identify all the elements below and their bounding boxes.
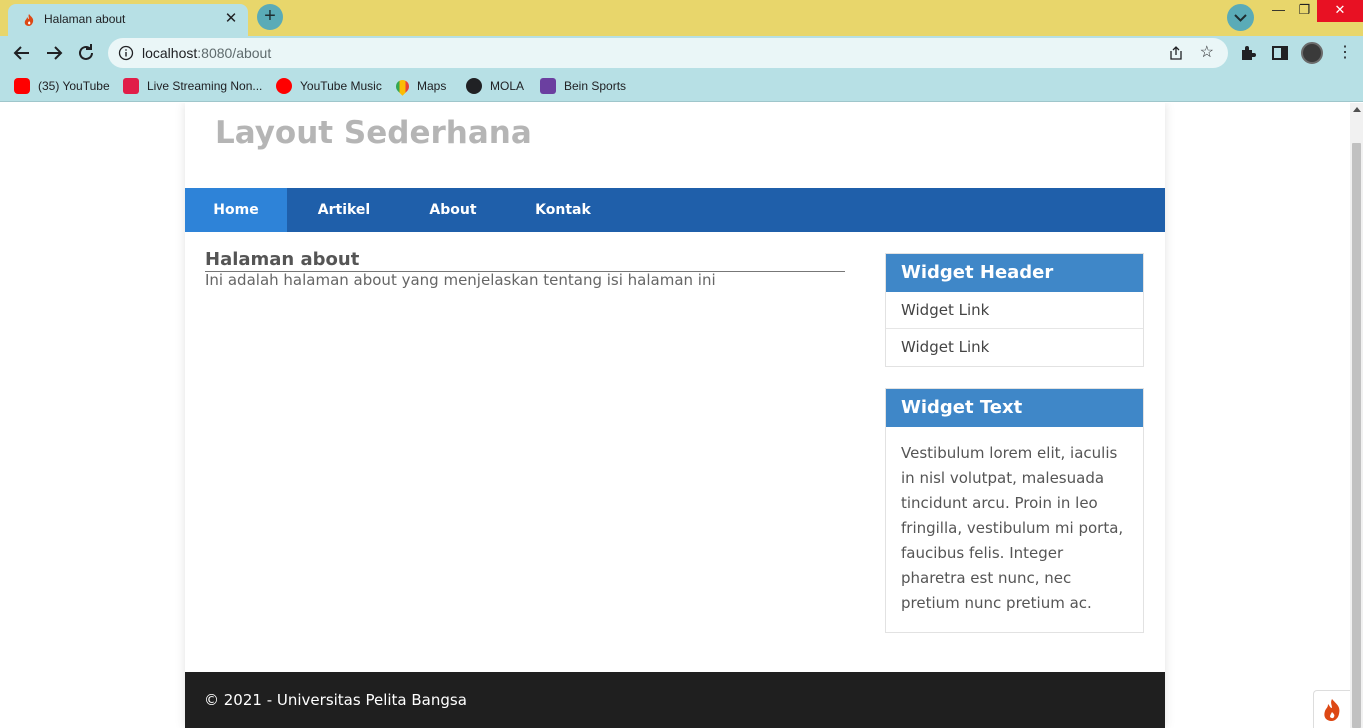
tab-close-icon[interactable]: ✕ bbox=[222, 10, 240, 28]
bookmark-label: YouTube Music bbox=[300, 79, 382, 93]
bookmark-label: Live Streaming Non... bbox=[147, 79, 263, 93]
scrollbar-thumb[interactable] bbox=[1352, 143, 1361, 728]
youtube-music-icon bbox=[276, 78, 292, 94]
bookmark-label: Maps bbox=[417, 79, 447, 93]
bookmark-label: (35) YouTube bbox=[38, 79, 110, 93]
tab-title: Halaman about bbox=[44, 12, 126, 26]
nav-artikel[interactable]: Artikel bbox=[287, 188, 401, 232]
vidio-icon bbox=[123, 78, 139, 94]
widget-text: Widget Text Vestibulum lorem elit, iacul… bbox=[885, 388, 1144, 633]
page-container: Layout Sederhana Home Artikel About Kont… bbox=[185, 103, 1165, 728]
main-nav: Home Artikel About Kontak bbox=[185, 188, 1165, 232]
side-panel-icon[interactable] bbox=[1270, 43, 1290, 63]
codeigniter-flame-icon bbox=[24, 14, 34, 26]
page-scrollbar[interactable] bbox=[1350, 103, 1363, 728]
forward-arrow-icon[interactable] bbox=[42, 41, 66, 65]
new-tab-button[interactable]: + bbox=[257, 4, 283, 30]
url-text[interactable]: localhost:8080/about bbox=[142, 45, 271, 61]
profile-avatar[interactable] bbox=[1301, 42, 1323, 64]
address-bar[interactable]: localhost:8080/about ☆ bbox=[108, 38, 1228, 68]
content-title: Halaman about bbox=[205, 249, 845, 272]
browser-toolbar: localhost:8080/about ☆ ⋮ bbox=[0, 36, 1363, 70]
info-icon[interactable] bbox=[118, 45, 134, 61]
bookmark-label: MOLA bbox=[490, 79, 525, 93]
browser-titlebar: Halaman about ✕ + — ❐ ✕ bbox=[0, 0, 1363, 36]
bookmarks-bar: (35) YouTube Live Streaming Non... YouTu… bbox=[0, 70, 1363, 102]
extensions-puzzle-icon[interactable] bbox=[1238, 43, 1258, 63]
widget-link[interactable]: Widget Link bbox=[886, 329, 1143, 366]
widget-text-body: Vestibulum lorem elit, iaculis in nisl v… bbox=[901, 444, 1124, 612]
widget-text-header: Widget Text bbox=[886, 389, 1143, 427]
back-arrow-icon[interactable] bbox=[10, 41, 34, 65]
codeigniter-flame-icon bbox=[1324, 699, 1340, 721]
widget-link[interactable]: Widget Link bbox=[886, 292, 1143, 329]
nav-kontak[interactable]: Kontak bbox=[505, 188, 621, 232]
url-host: localhost bbox=[142, 45, 198, 61]
bookmark-vidio[interactable]: Live Streaming Non... bbox=[123, 76, 262, 96]
tab-search-button[interactable] bbox=[1227, 4, 1254, 31]
bookmark-youtube[interactable]: (35) YouTube bbox=[14, 76, 110, 96]
bein-icon bbox=[540, 78, 556, 94]
url-path: :8080/about bbox=[197, 45, 272, 61]
site-title: Layout Sederhana bbox=[215, 115, 532, 151]
bookmark-bein-sports[interactable]: Bein Sports bbox=[540, 76, 626, 96]
scroll-up-arrow-icon[interactable] bbox=[1353, 107, 1361, 112]
nav-about[interactable]: About bbox=[401, 188, 505, 232]
widget-header: Widget Header bbox=[886, 254, 1143, 292]
maps-icon bbox=[393, 76, 412, 96]
page-viewport: Layout Sederhana Home Artikel About Kont… bbox=[0, 103, 1350, 728]
close-window-button[interactable]: ✕ bbox=[1317, 0, 1363, 22]
bookmark-youtube-music[interactable]: YouTube Music bbox=[276, 76, 382, 96]
bookmark-maps[interactable]: Maps bbox=[393, 76, 447, 96]
bookmark-star-icon[interactable]: ☆ bbox=[1200, 42, 1214, 62]
browser-menu-icon[interactable]: ⋮ bbox=[1337, 42, 1353, 62]
reload-icon[interactable] bbox=[74, 41, 98, 65]
nav-home[interactable]: Home bbox=[185, 188, 287, 232]
bookmark-label: Bein Sports bbox=[564, 79, 627, 93]
debug-toolbar-toggle[interactable] bbox=[1313, 690, 1350, 728]
site-footer: © 2021 - Universitas Pelita Bangsa bbox=[185, 672, 1165, 728]
widget-links: Widget Header Widget Link Widget Link bbox=[885, 253, 1144, 367]
bookmark-mola[interactable]: MOLA bbox=[466, 76, 524, 96]
share-icon[interactable] bbox=[1168, 45, 1184, 61]
globe-icon bbox=[466, 78, 482, 94]
browser-tab[interactable]: Halaman about ✕ bbox=[8, 4, 248, 36]
chevron-down-icon bbox=[1234, 14, 1247, 22]
content-text: Ini adalah halaman about yang menjelaska… bbox=[205, 271, 716, 289]
youtube-icon bbox=[14, 78, 30, 94]
